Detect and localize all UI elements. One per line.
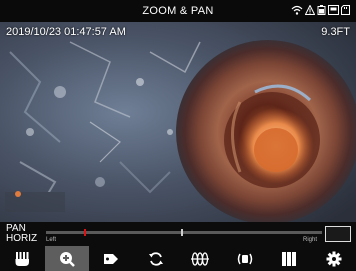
wifi-icon	[291, 5, 303, 15]
settings-icon	[326, 251, 342, 266]
tag-icon	[104, 253, 119, 264]
coil-button[interactable]	[178, 246, 223, 271]
tag-button[interactable]	[89, 246, 134, 271]
settings-button[interactable]	[312, 246, 356, 271]
columns-icon	[282, 251, 297, 266]
top-bar: ZOOM & PAN	[0, 0, 356, 22]
zoom-button[interactable]	[44, 246, 89, 271]
rotate-button[interactable]	[134, 246, 179, 271]
alert-triangle-icon	[305, 5, 315, 15]
timestamp-text: 2019/10/23 01:47:57 AM	[6, 26, 126, 38]
pan-preview-box[interactable]	[325, 226, 351, 242]
rotate-icon	[148, 251, 163, 266]
pan-slider-track[interactable]	[46, 231, 322, 234]
coil-icon	[191, 251, 210, 266]
grip-button[interactable]	[0, 246, 45, 271]
pan-label-line2: HORIZ	[6, 233, 38, 244]
sonde-icon	[237, 253, 252, 264]
split-view-button[interactable]	[267, 246, 312, 271]
pan-slider-handle[interactable]	[84, 229, 86, 236]
sd-card-icon	[341, 5, 350, 15]
pan-control: PAN HORIZ Left Right	[0, 222, 356, 246]
pan-left-label: Left	[46, 237, 57, 243]
pan-label: PAN HORIZ	[6, 224, 37, 244]
pan-right-label: Right	[303, 237, 318, 243]
status-icons	[291, 5, 350, 15]
battery-icon	[317, 5, 326, 15]
sonde-button[interactable]	[223, 246, 268, 271]
zoom-icon	[59, 251, 75, 267]
bottom-toolbar	[0, 246, 356, 271]
camera-view[interactable]: 2019/10/23 01:47:57 AM 9.3FT	[0, 22, 356, 222]
storage-icon	[328, 5, 339, 15]
distance-counter: 9.3FT	[321, 26, 350, 38]
pan-center-tick	[181, 229, 183, 236]
grip-icon	[15, 251, 30, 266]
pipe-camera-image	[0, 22, 356, 222]
zoom-pan-screen: ZOOM & PAN 2019/10/23 01:47:57 AM 9.3FT …	[0, 0, 356, 271]
